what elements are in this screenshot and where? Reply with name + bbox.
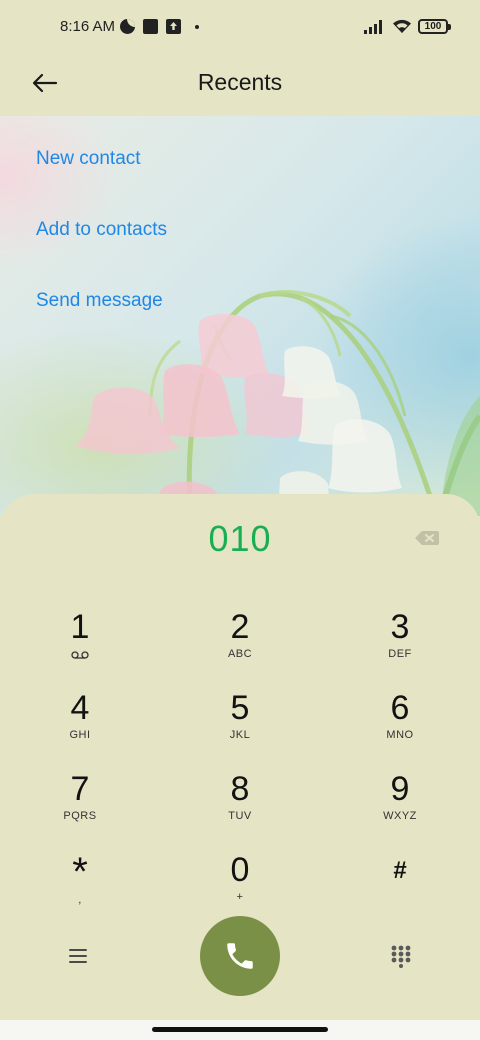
key-letters: DEF: [388, 648, 412, 660]
key-0[interactable]: 0 +: [180, 851, 300, 921]
key-digit: 1: [70, 608, 90, 646]
key-letters: TUV: [228, 810, 252, 822]
key-digit: *: [72, 850, 88, 894]
key-9[interactable]: 9 WXYZ: [340, 770, 460, 840]
key-letters: ABC: [227, 648, 253, 660]
notification-icons: [120, 19, 199, 34]
navigation-bar: [0, 1020, 480, 1040]
menu-button[interactable]: [66, 946, 90, 966]
dot-icon: [195, 24, 199, 29]
dialpad-icon: [391, 945, 411, 968]
key-hash[interactable]: #: [340, 852, 460, 922]
key-star[interactable]: * ,: [20, 852, 140, 922]
voicemail-icon: [71, 651, 89, 659]
status-time: 8:16 AM: [60, 18, 116, 35]
backspace-button[interactable]: [414, 528, 440, 548]
dial-panel: 010 1 2 ABC 3 DEF 4 GHI 5 JKL 6 MNO 7 PQ…: [0, 494, 480, 1040]
key-digit: 8: [230, 770, 250, 808]
send-message-link[interactable]: Send message: [36, 290, 163, 312]
key-letters: PQRS: [63, 810, 97, 822]
key-digit: #: [393, 857, 407, 884]
app-status-icon: [120, 19, 135, 34]
key-2[interactable]: 2 ABC: [180, 608, 300, 678]
key-letters: WXYZ: [383, 810, 417, 822]
system-icons: 100: [364, 19, 451, 34]
key-letters: MNO: [386, 729, 414, 741]
add-to-contacts-link[interactable]: Add to contacts: [36, 219, 167, 241]
key-letters: GHI: [69, 729, 91, 741]
key-5[interactable]: 5 JKL: [180, 689, 300, 759]
key-letters: ,: [78, 894, 82, 906]
lily-of-the-valley-illustration: [75, 290, 480, 516]
key-1[interactable]: 1: [20, 608, 140, 678]
key-digit: 9: [390, 770, 410, 808]
key-8[interactable]: 8 TUV: [180, 770, 300, 840]
dialpad-toggle-button[interactable]: [390, 944, 412, 968]
battery-icon: 100: [418, 19, 451, 34]
key-4[interactable]: 4 GHI: [20, 689, 140, 759]
home-indicator[interactable]: [152, 1027, 328, 1032]
page-title: Recents: [197, 69, 283, 95]
key-digit: 7: [70, 770, 90, 808]
phone-icon: [227, 943, 253, 969]
wallpaper: New contact Add to contacts Send message: [0, 116, 480, 516]
wifi-icon: [393, 19, 411, 33]
key-letters: JKL: [229, 729, 251, 741]
signal-icon: [364, 20, 382, 34]
key-digit: 3: [390, 608, 410, 646]
upload-icon: [166, 19, 181, 34]
key-digit: 0: [230, 851, 250, 889]
key-digit: 2: [230, 608, 250, 646]
key-6[interactable]: 6 MNO: [340, 689, 460, 759]
backspace-icon: [415, 531, 439, 545]
key-3[interactable]: 3 DEF: [340, 608, 460, 678]
menu-icon: [69, 949, 87, 963]
status-bar: 8:16 AM 100: [0, 0, 480, 56]
key-digit: 4: [70, 689, 90, 727]
call-button[interactable]: [200, 916, 280, 996]
title-bar: Recents: [0, 56, 480, 116]
key-digit: 6: [390, 689, 410, 727]
key-7[interactable]: 7 PQRS: [20, 770, 140, 840]
new-contact-link[interactable]: New contact: [36, 148, 141, 170]
key-digit: 5: [230, 689, 250, 727]
dialed-number[interactable]: 010: [0, 518, 480, 560]
square-status-icon: [143, 19, 158, 34]
key-letters: +: [236, 891, 244, 903]
